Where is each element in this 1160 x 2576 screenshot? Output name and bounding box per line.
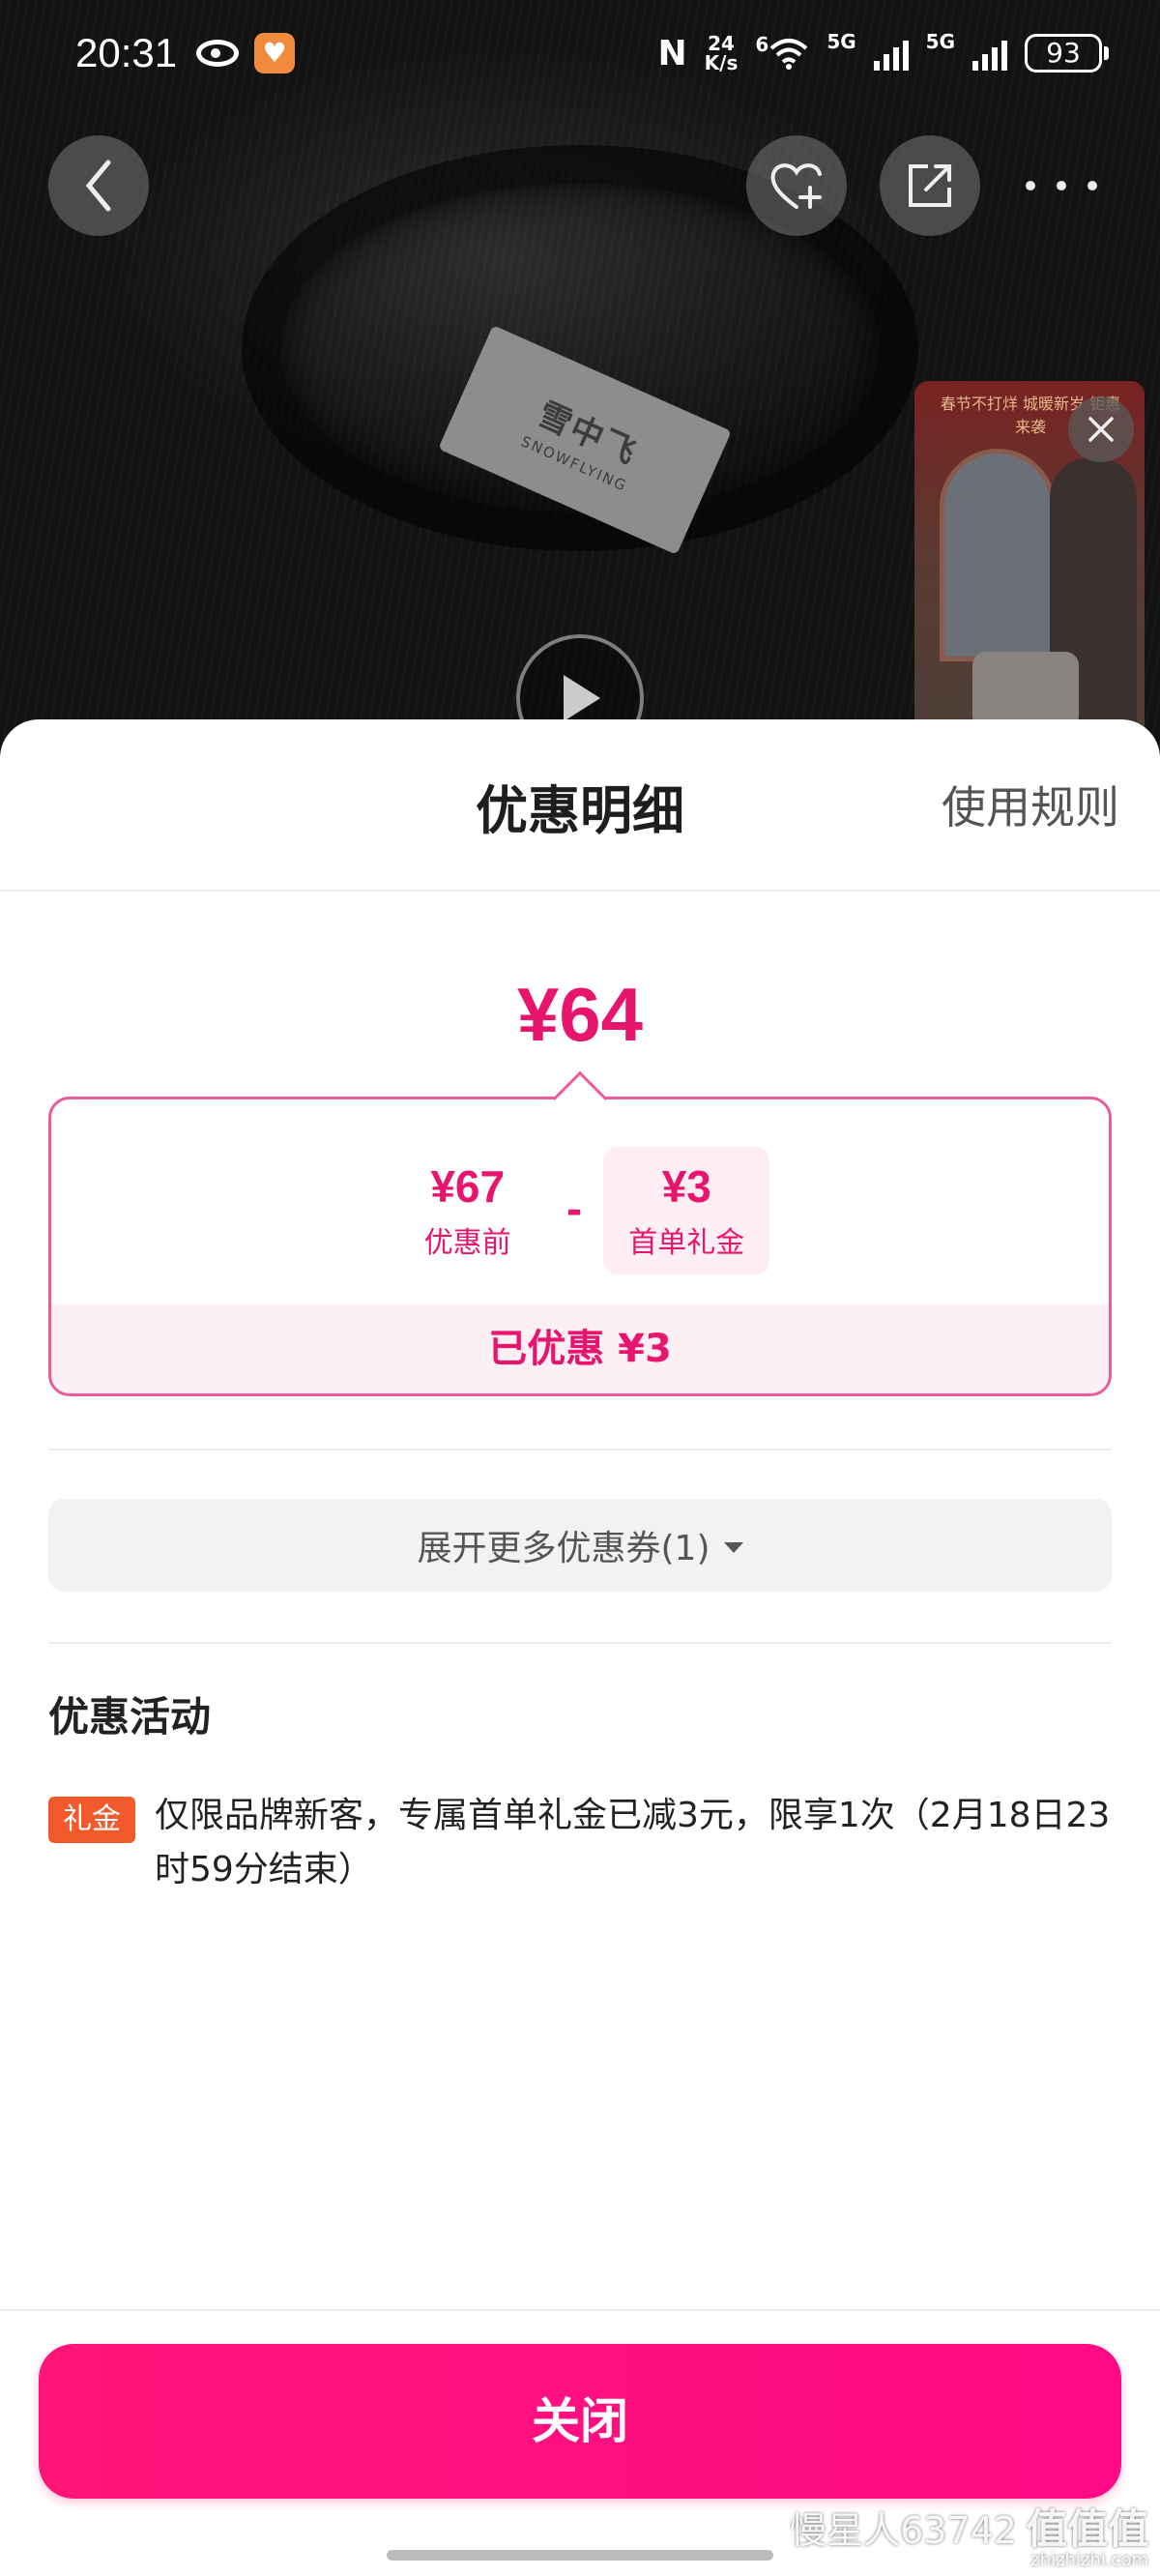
- home-indicator[interactable]: [387, 2550, 773, 2561]
- usage-rules-link[interactable]: 使用规则: [942, 773, 1119, 836]
- original-price-caption: 优惠前: [423, 1226, 511, 1260]
- promo-arch: [940, 449, 1056, 661]
- wifi-label: 6: [755, 33, 769, 56]
- back-button[interactable]: [48, 135, 149, 236]
- favorite-button[interactable]: [746, 135, 847, 236]
- network-type-1: 5G: [826, 29, 856, 53]
- price-breakdown-card: ¥67 优惠前 - ¥3 首单礼金 已优惠 ¥3: [48, 1070, 1112, 1396]
- close-icon: [1088, 417, 1114, 442]
- more-dots-icon: [1026, 181, 1097, 190]
- eye-icon: [196, 40, 240, 67]
- close-button[interactable]: 关闭: [39, 2344, 1121, 2499]
- more-button[interactable]: [1011, 135, 1112, 236]
- nfc-icon: N: [657, 33, 687, 73]
- battery-icon: 93: [1025, 34, 1109, 73]
- chevron-left-icon: [85, 160, 111, 212]
- expand-coupons-label: 展开更多优惠券(1): [417, 1529, 710, 1568]
- coupon-caption: 首单礼金: [628, 1226, 745, 1260]
- divider: [48, 1642, 1112, 1644]
- wifi-icon: 6: [755, 33, 809, 70]
- watermark-user: 慢星人63742: [790, 2509, 1017, 2552]
- final-price: ¥64: [516, 972, 644, 1057]
- gift-tag-badge: 礼金: [48, 1797, 135, 1843]
- activity-description: 仅限品牌新客，专属首单礼金已减3元，限享1次（2月18日23时59分结束）: [155, 1796, 1111, 1889]
- footer-divider: [0, 2309, 1160, 2311]
- caret-down-icon: [723, 1541, 743, 1553]
- share-icon: [909, 164, 951, 207]
- signal-icon: [972, 36, 1007, 71]
- saved-amount: 已优惠 ¥3: [51, 1304, 1109, 1393]
- card-notch: [552, 1070, 608, 1127]
- sheet-header: 优惠明细 使用规则: [0, 719, 1160, 892]
- price-breakdown-row: ¥67 优惠前 - ¥3 首单礼金: [51, 1138, 1109, 1283]
- minus-sign: -: [566, 1188, 583, 1233]
- original-price: ¥67: [430, 1161, 506, 1212]
- original-price-item: ¥67 优惠前: [391, 1147, 545, 1274]
- heart-plus-icon: [770, 163, 822, 209]
- network-type-2: 5G: [925, 29, 955, 53]
- share-button[interactable]: [880, 135, 980, 236]
- watermark: 慢星人63742 值值值 zhizhizhi.com: [790, 2497, 1148, 2570]
- signal-icon: [873, 36, 909, 71]
- app-notification-icon: ♥: [254, 33, 296, 73]
- network-speed-unit: K/s: [704, 51, 739, 74]
- status-bar: 20:31 ♥ N 24 K/s 6 5G 5G 93: [0, 0, 1160, 106]
- network-speed: 24 K/s: [705, 34, 739, 73]
- divider: [48, 1449, 1112, 1450]
- watermark-site: 值值值: [1026, 2505, 1148, 2553]
- promo-sofa: [972, 652, 1079, 729]
- coupon-amount: ¥3: [661, 1161, 711, 1212]
- promo-close-button[interactable]: [1068, 396, 1134, 462]
- activity-item: 礼金 仅限品牌新客，专属首单礼金已减3元，限享1次（2月18日23时59分结束）: [48, 1789, 1112, 1897]
- discount-detail-sheet: 优惠明细 使用规则 ¥64 ¥67 优惠前 - ¥3 首单礼金 已优惠 ¥3 展…: [0, 719, 1160, 2534]
- status-time: 20:31: [75, 30, 178, 75]
- expand-coupons-button[interactable]: 展开更多优惠券(1): [48, 1499, 1112, 1592]
- coupon-item: ¥3 首单礼金: [603, 1147, 770, 1274]
- activities-title: 优惠活动: [48, 1693, 212, 1741]
- play-icon: [564, 675, 600, 721]
